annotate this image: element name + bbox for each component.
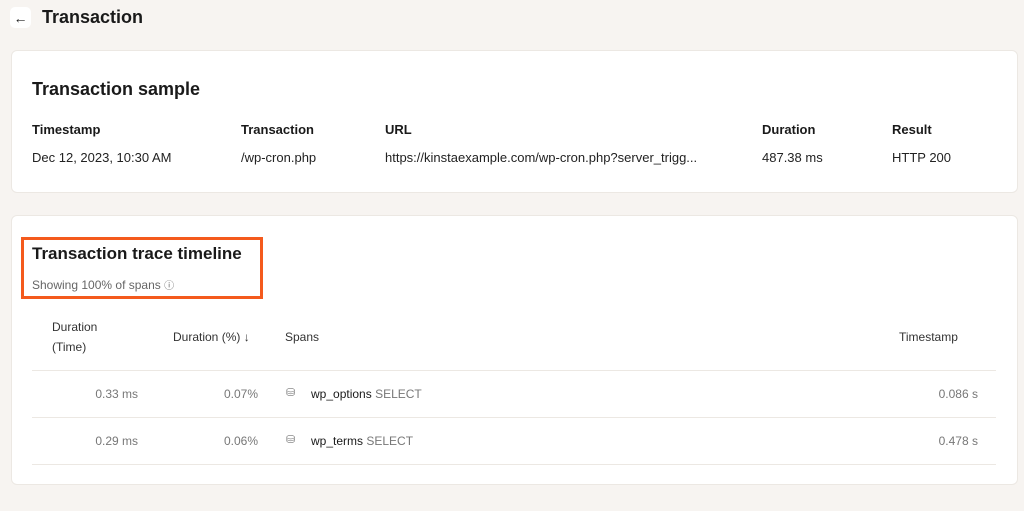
result-value: HTTP 200 [892,150,951,165]
span-op: SELECT [375,387,422,401]
card-title: Transaction sample [32,79,200,100]
span-name: wp_options [311,387,372,401]
spans-subtitle: Showing 100% of spans ⓘ [32,277,174,292]
timestamp-label: Timestamp [32,122,100,137]
transaction-sample-card: Transaction sample Timestamp Transaction… [11,50,1018,193]
help-icon[interactable]: ⓘ [164,281,174,292]
table-row-divider [32,464,996,511]
url-value[interactable]: https://kinstaexample.com/wp-cron.php?se… [385,150,697,165]
arrow-left-icon: ← [14,10,28,26]
timestamp-value: Dec 12, 2023, 10:30 AM [32,150,171,165]
col-label: Duration (%) [173,330,240,344]
table-row[interactable]: 0.33 ms 0.07% ⛁ wp_options SELECT 0.086 … [32,370,996,417]
duration-pct: 0.06% [152,434,258,448]
subtitle-text: Showing 100% of spans [32,278,161,292]
transaction-value: /wp-cron.php [241,150,316,165]
duration-pct: 0.07% [152,387,258,401]
col-duration-pct[interactable]: Duration (%) ↓ [173,327,250,347]
span-label: wp_terms SELECT [311,434,413,448]
trace-timeline-card: Transaction trace timeline Showing 100% … [11,215,1018,485]
timestamp: 0.086 s [939,387,978,401]
database-icon: ⛁ [286,386,295,399]
col-duration-time[interactable]: Duration (Time) [52,317,97,357]
span-name: wp_terms [311,434,363,448]
table-row[interactable]: 0.29 ms 0.06% ⛁ wp_terms SELECT 0.478 s [32,417,996,464]
timestamp: 0.478 s [939,434,978,448]
duration-value: 487.38 ms [762,150,823,165]
url-label: URL [385,122,412,137]
result-label: Result [892,122,932,137]
page-title: Transaction [42,7,143,28]
sort-down-icon: ↓ [244,330,250,344]
span-op: SELECT [366,434,413,448]
card-title: Transaction trace timeline [32,244,242,264]
database-icon: ⛁ [286,433,295,446]
duration-label: Duration [762,122,815,137]
back-button[interactable]: ← [10,7,31,28]
duration: 0.29 ms [32,434,138,448]
span-label: wp_options SELECT [311,387,422,401]
transaction-label: Transaction [241,122,314,137]
duration: 0.33 ms [32,387,138,401]
col-spans[interactable]: Spans [285,327,319,347]
col-timestamp[interactable]: Timestamp [899,327,958,347]
